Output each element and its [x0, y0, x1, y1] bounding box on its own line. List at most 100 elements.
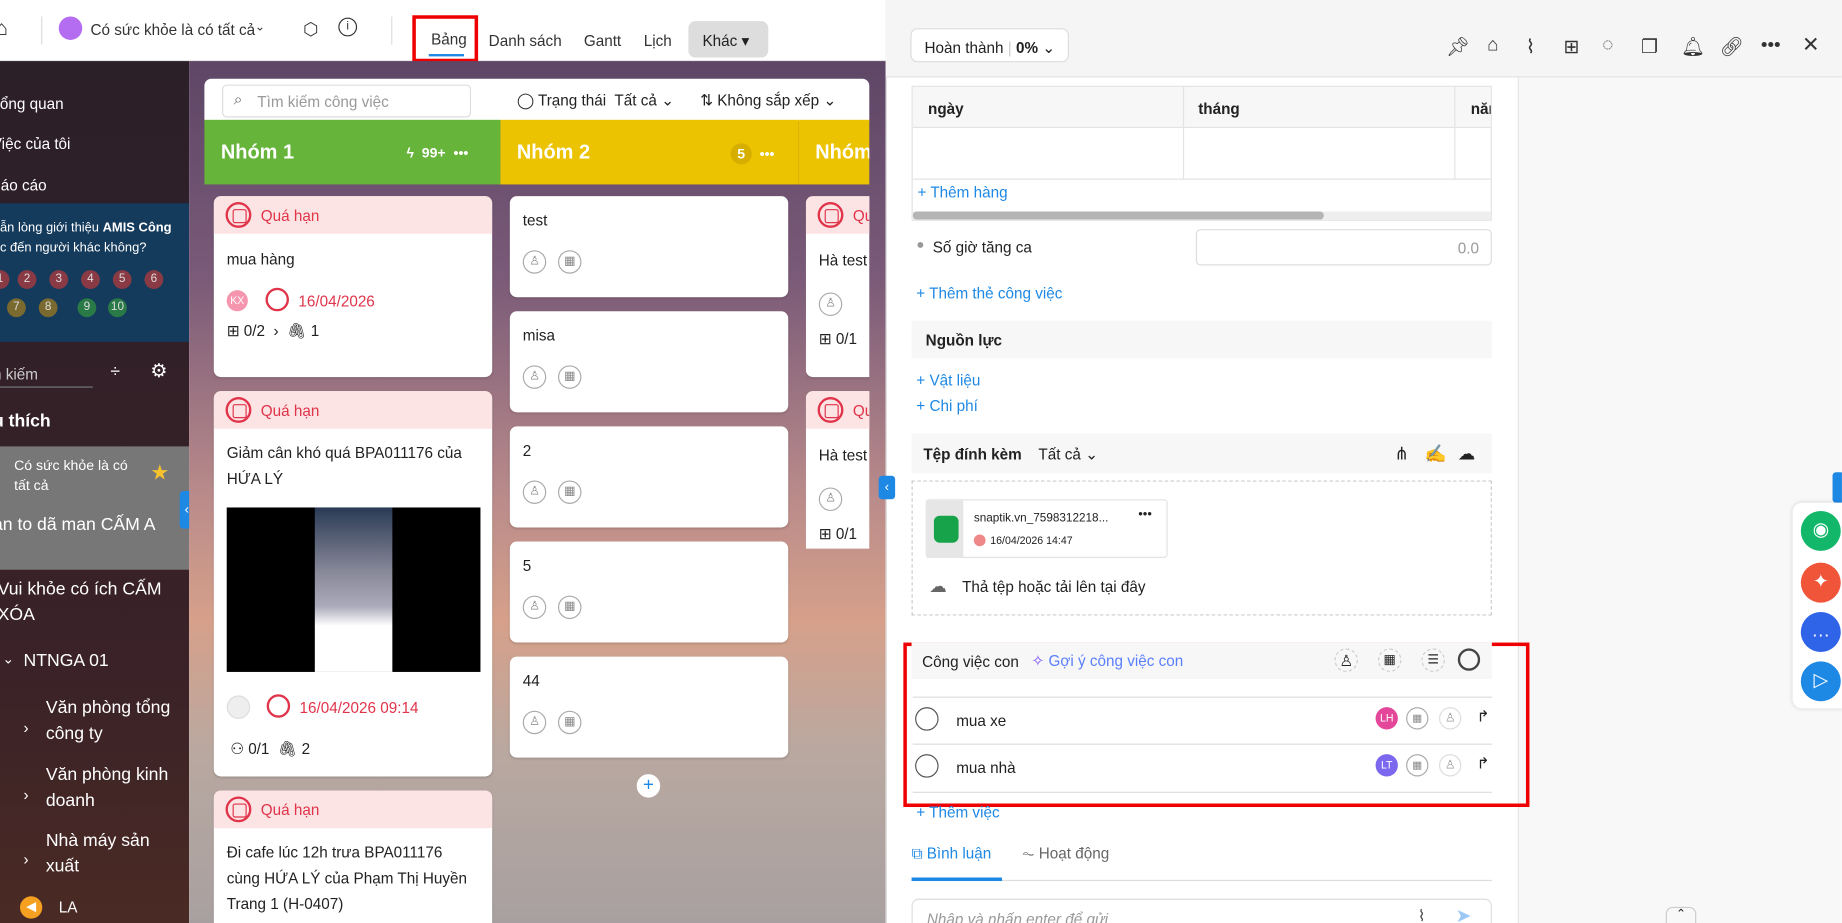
pie-chart-icon[interactable] [1457, 648, 1481, 671]
task-card[interactable]: Quá hạnHà test♙⊞ 0/1 [805, 391, 870, 549]
chatbot-icon[interactable]: ◉ [1800, 510, 1841, 551]
calendar-icon[interactable]: ▦ [557, 250, 582, 274]
task-card[interactable]: 2 ♙ ▦ [509, 426, 789, 528]
nav-reports[interactable]: Báo cáo [0, 176, 47, 194]
collapse-icon[interactable]: ÷ [110, 362, 120, 382]
calendar-icon[interactable]: ▦ [557, 595, 582, 620]
sidebar-subfolder[interactable]: Nhà máy sản xuất [46, 828, 181, 880]
automation-icon[interactable]: ϟ [406, 144, 413, 160]
subtask-count[interactable]: 0/1 [248, 740, 269, 758]
bell-icon[interactable]: 🔔︎ [1681, 35, 1705, 58]
attachment-filter[interactable]: Tất cả ⌄ [1038, 445, 1097, 464]
file-drop-zone[interactable]: snaptik.vn_7598312218... ••• 16/04/2026 … [911, 480, 1492, 616]
add-material-link[interactable]: + Vật liệu [916, 371, 980, 389]
suggest-subtasks-button[interactable]: ✧ Gợi ý công việc con [1031, 652, 1183, 671]
cloud-upload-icon[interactable]: ☁ [1458, 443, 1476, 464]
tab-board[interactable]: Bảng [431, 31, 467, 49]
calendar-icon[interactable]: ▦ [557, 480, 582, 504]
sign-icon[interactable]: ✍ [1425, 443, 1447, 464]
home-icon[interactable]: ⌂ [0, 16, 8, 41]
chevron-right-icon[interactable]: › [23, 786, 28, 804]
task-card[interactable]: test ♙ ▦ [509, 196, 789, 298]
assignee-icon[interactable]: ♙ [522, 365, 547, 389]
rating-7[interactable]: 7 [7, 298, 26, 318]
more-icon[interactable]: ••• [760, 146, 775, 162]
convert-arrow-icon[interactable]: ↱ [1477, 754, 1490, 773]
group-header-2[interactable]: Nhóm 2 5 ••• [500, 119, 799, 185]
overtime-input[interactable]: 0.0 [1195, 229, 1492, 266]
scroll-top-button[interactable]: ⌃ [1665, 906, 1697, 923]
avatar[interactable]: KX [226, 290, 248, 312]
sidebar-project-favorite[interactable]: Có sức khỏe là có tất cả [14, 456, 143, 496]
share-icon[interactable]: ⋔ [1394, 443, 1409, 464]
calendar-icon[interactable]: ▦ [1377, 648, 1402, 672]
complete-checkbox[interactable] [915, 707, 939, 731]
rating-1[interactable]: 1 [0, 270, 10, 289]
rating-2[interactable]: 2 [17, 270, 37, 289]
calendar-icon[interactable]: ▦ [557, 710, 582, 735]
tab-list[interactable]: Danh sách [489, 32, 562, 50]
more-icon[interactable]: ••• [454, 144, 469, 160]
tag-icon[interactable]: ⌂ [1487, 35, 1498, 56]
subtask-row[interactable]: mua nhà LT ▦ ♙ ↱ [912, 745, 1492, 793]
add-tag-link[interactable]: + Thêm thẻ công việc [916, 284, 1062, 302]
task-card[interactable]: Quá hạn mua hàng KX 16/04/2026 ⊞ 0/2 › 🖇 … [213, 196, 493, 378]
task-card[interactable]: Quá hạn Đi cafe lúc 12h trưa BPA011176 c… [213, 790, 493, 923]
assignee-icon[interactable]: ♙ [1334, 648, 1358, 672]
rating-5[interactable]: 5 [112, 270, 132, 289]
checklist-icon[interactable]: ☰ [1421, 648, 1445, 672]
rating-8[interactable]: 8 [38, 298, 58, 318]
calendar-icon[interactable]: ▦ [1406, 754, 1429, 777]
status-filter[interactable]: ◯ Trạng thái Tất cả ⌄ [517, 92, 674, 111]
task-search-input[interactable]: ⌕ Tìm kiếm công việc [222, 84, 472, 118]
add-row-link[interactable]: + Thêm hàng [917, 183, 1007, 201]
more-views-button[interactable]: Khác ▾ [688, 21, 769, 58]
attachment-file[interactable]: snaptik.vn_7598312218... ••• 16/04/2026 … [925, 499, 1168, 558]
assignee-icon[interactable]: ♙ [522, 250, 547, 274]
sidebar-subfolder[interactable]: Văn phòng kinh doanh [46, 762, 181, 814]
comment-input[interactable]: Nhập và nhấn enter để gửi ⌇ ➤ [911, 898, 1492, 923]
info-icon[interactable]: i [338, 17, 358, 37]
assignee-icon[interactable]: ♙ [818, 292, 843, 316]
group-header-1[interactable]: Nhóm 1 ϟ 99+ ••• [204, 119, 501, 185]
sidebar-search-input[interactable]: n kiếm [0, 365, 93, 388]
rating-4[interactable]: 4 [81, 270, 100, 289]
sidebar-folder[interactable]: NTNGA 01 [23, 651, 108, 671]
tab-calendar[interactable]: Lịch [644, 32, 672, 50]
progress-dropdown[interactable]: Hoàn thành | 0% ⌄ [910, 28, 1069, 63]
sidebar-project[interactable]: Vui khỏe có ích CẤM XÓA [0, 577, 186, 629]
play-icon[interactable]: ▷ [1800, 661, 1841, 702]
close-icon[interactable]: ✕ [1802, 33, 1820, 58]
rating-10[interactable]: 10 [108, 298, 127, 318]
rating-3[interactable]: 3 [49, 270, 69, 289]
rating-6[interactable]: 6 [144, 270, 164, 289]
more-icon[interactable]: ••• [1138, 507, 1152, 521]
subtask-count[interactable]: 0/2 [244, 322, 265, 340]
horizontal-scrollbar[interactable] [912, 211, 1324, 220]
gear-icon[interactable]: ⚙ [150, 359, 167, 382]
chevron-right-icon[interactable]: › [23, 719, 28, 737]
sort-dropdown[interactable]: ⇅ Không sắp xếp ⌄ [700, 92, 836, 111]
assignee-icon[interactable]: ♙ [818, 487, 843, 511]
subtask-row[interactable]: mua xe LH ▦ ♙ ↱ [912, 696, 1492, 745]
tab-gantt[interactable]: Gantt [584, 32, 621, 50]
complete-checkbox[interactable] [915, 754, 939, 778]
assignee-unknown-icon[interactable]: ♙ [1439, 707, 1462, 730]
copy-icon[interactable]: ❐ [1641, 35, 1658, 58]
subtask-name[interactable]: mua xe [956, 712, 1006, 730]
chevron-down-icon[interactable]: ⌄ [2, 651, 14, 667]
task-card[interactable]: Quá hạn Giảm cân khó quá BPA011176 của H… [213, 391, 493, 777]
chat-icon[interactable]: … [1800, 612, 1841, 652]
subtask-name[interactable]: mua nhà [956, 759, 1015, 777]
panel-collapse-button[interactable]: ‹ [878, 475, 896, 500]
send-icon[interactable]: ➤ [1455, 905, 1471, 923]
add-task-button[interactable]: + [636, 774, 661, 798]
sidebar-project[interactable]: án to dã man CẤM A [0, 512, 169, 538]
settings-hex-icon[interactable]: ⬡ [303, 19, 318, 40]
due-date[interactable]: 16/04/2026 09:14 [300, 699, 419, 717]
subtask-count[interactable]: 0/1 [836, 330, 857, 348]
avatar[interactable]: LT [1375, 754, 1398, 777]
star-icon[interactable]: ★ [150, 460, 169, 485]
task-card[interactable]: Quá hạnHà test♙⊞ 0/1 [805, 196, 870, 378]
sidebar-subfolder[interactable]: Văn phòng tổng công ty [46, 695, 181, 747]
